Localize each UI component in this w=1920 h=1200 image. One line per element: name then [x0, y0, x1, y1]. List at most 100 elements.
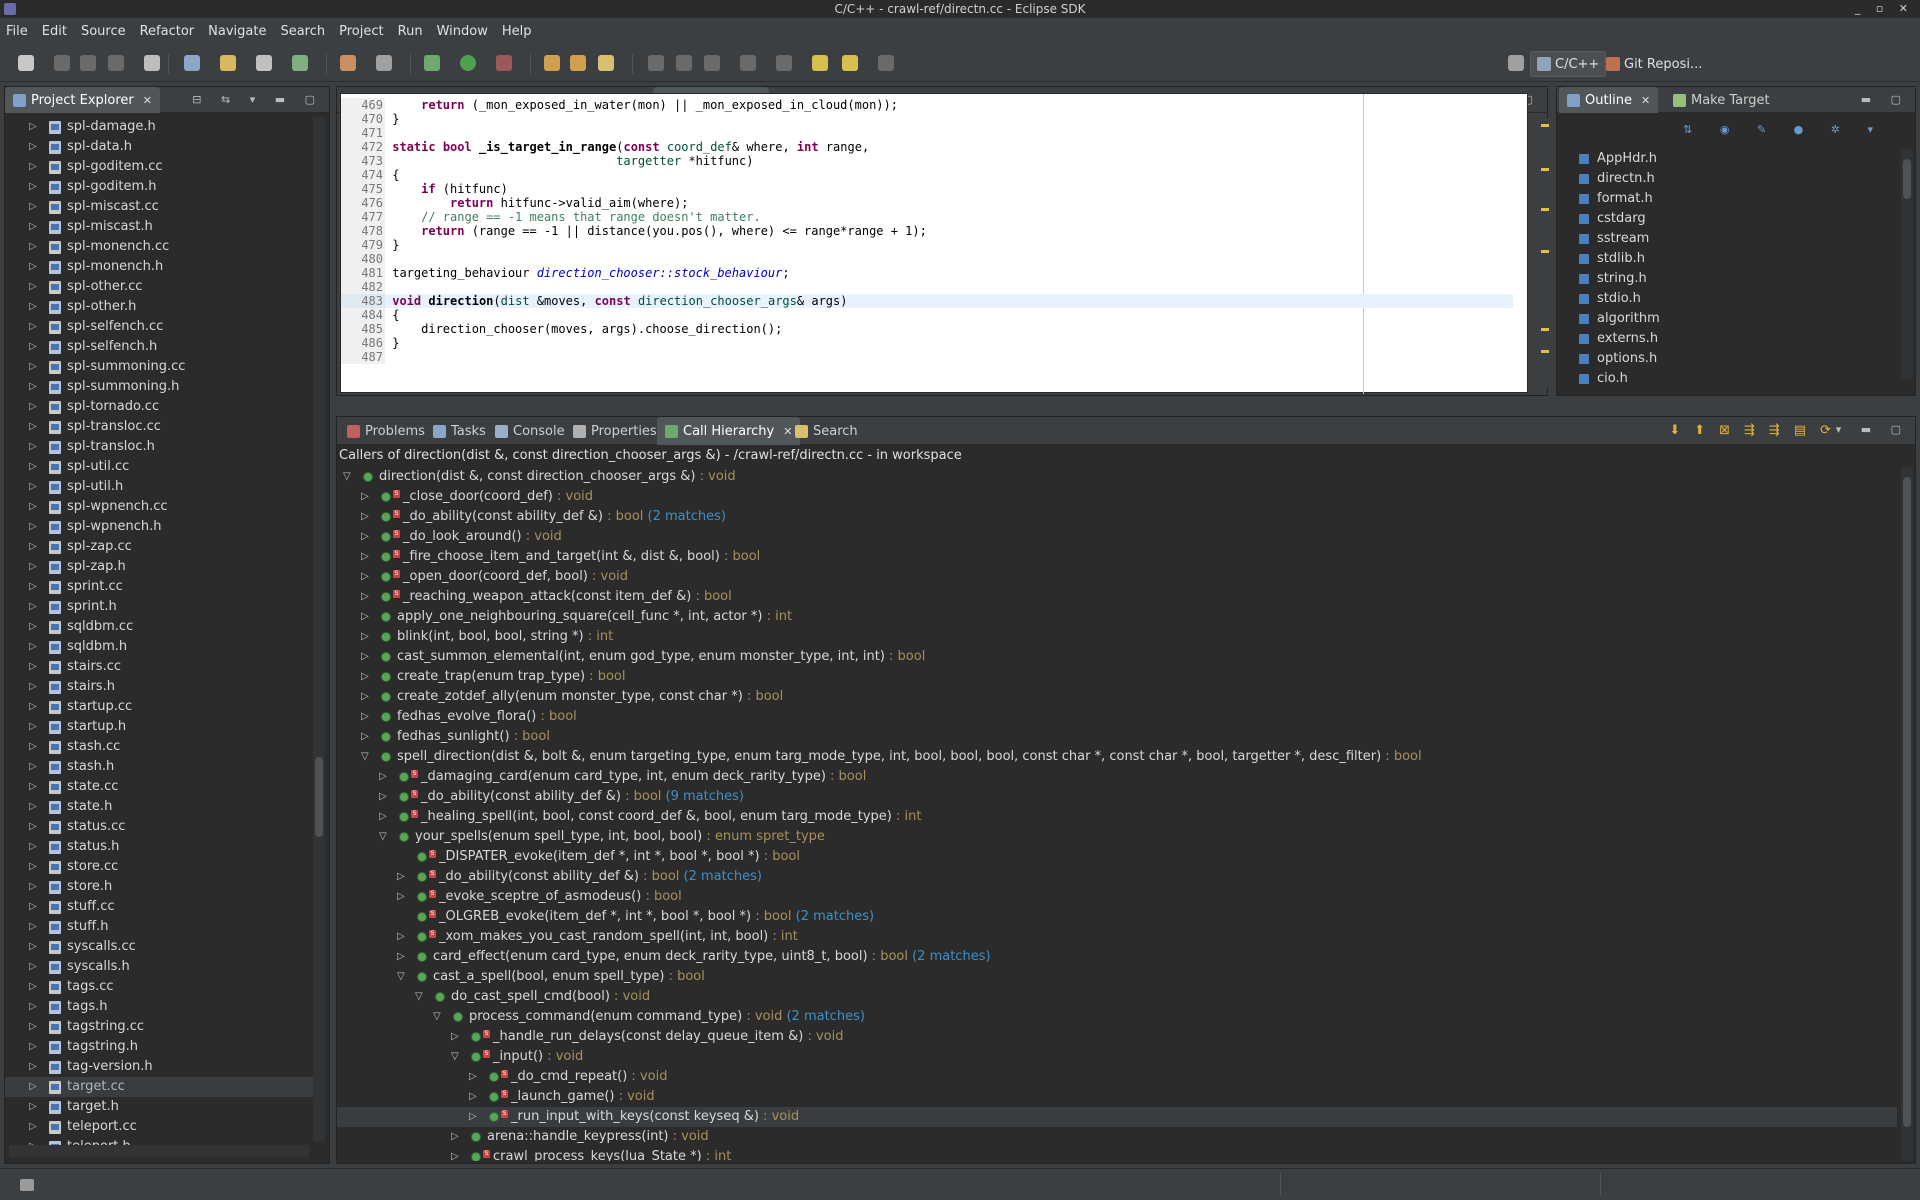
- file-item[interactable]: ▷ spl-tornado.cc: [5, 397, 321, 417]
- expand-arrow-icon[interactable]: ▷: [361, 627, 369, 647]
- call-tree-row[interactable]: ▷ apply_one_neighbouring_square(cell_func…: [337, 607, 1897, 627]
- expand-arrow-icon[interactable]: ▷: [29, 577, 37, 597]
- call-tree-row[interactable]: ▷ S _evoke_sceptre_of_asmodeus() : bool: [337, 887, 1897, 907]
- expand-arrow-icon[interactable]: ▷: [29, 957, 37, 977]
- window-controls[interactable]: _ ▫ ✕: [1855, 0, 1914, 18]
- perspective-git[interactable]: Git Reposi...: [1600, 51, 1708, 77]
- expand-arrow-icon[interactable]: ▷: [29, 1037, 37, 1057]
- outline-include-item[interactable]: directn.h: [1557, 169, 1887, 189]
- file-item[interactable]: ▷ spl-util.cc: [5, 457, 321, 477]
- expand-arrow-icon[interactable]: ▷: [29, 977, 37, 997]
- expand-arrow-icon[interactable]: ▷: [29, 337, 37, 357]
- expand-arrow-icon[interactable]: ▷: [397, 867, 405, 887]
- project-explorer-vscrollbar[interactable]: [313, 117, 325, 1141]
- menu-refactor[interactable]: Refactor: [140, 24, 195, 39]
- expand-arrow-icon[interactable]: ▷: [29, 357, 37, 377]
- expand-arrow-icon[interactable]: ▷: [379, 787, 387, 807]
- perspective-cpp[interactable]: C/C++: [1530, 51, 1607, 77]
- outline-include-item[interactable]: stdlib.h: [1557, 249, 1887, 269]
- call-tree-row[interactable]: ▷ S _do_ability(const ability_def &) : boo…: [337, 867, 1897, 887]
- new-project-icon[interactable]: [184, 55, 200, 71]
- expand-arrow-icon[interactable]: ▷: [469, 1067, 477, 1087]
- collapse-arrow-icon[interactable]: ▽: [433, 1007, 441, 1027]
- file-item[interactable]: ▷ sprint.h: [5, 597, 321, 617]
- file-item[interactable]: ▷ tags.h: [5, 997, 321, 1017]
- expand-arrow-icon[interactable]: ▷: [29, 1097, 37, 1117]
- project-explorer-hscrollbar[interactable]: [9, 1145, 309, 1157]
- file-item[interactable]: ▷ stuff.cc: [5, 897, 321, 917]
- call-tree-row[interactable]: ▷ fedhas_sunlight() : bool: [337, 727, 1897, 747]
- expand-arrow-icon[interactable]: ▷: [29, 597, 37, 617]
- call-tree-row[interactable]: ▷ S _close_door(coord_def) : void: [337, 487, 1897, 507]
- close-icon[interactable]: ✕: [143, 94, 152, 107]
- open-folder-icon[interactable]: [220, 55, 236, 71]
- mark-occurrences-icon[interactable]: [648, 55, 664, 71]
- expand-arrow-icon[interactable]: ▷: [469, 1087, 477, 1107]
- call-tree-row[interactable]: ▷ S _do_look_around() : void: [337, 527, 1897, 547]
- file-item[interactable]: ▷ spl-other.h: [5, 297, 321, 317]
- menu-source[interactable]: Source: [81, 24, 126, 39]
- expand-arrow-icon[interactable]: ▷: [469, 1107, 477, 1127]
- expand-arrow-icon[interactable]: ▷: [29, 777, 37, 797]
- file-item[interactable]: ▷ spl-miscast.h: [5, 217, 321, 237]
- expand-arrow-icon[interactable]: ▷: [361, 567, 369, 587]
- outline-view-controls[interactable]: ▬ ▢: [1861, 93, 1909, 106]
- fast-view-icon[interactable]: [20, 1179, 34, 1191]
- file-item[interactable]: ▷ spl-wpnench.h: [5, 517, 321, 537]
- file-item[interactable]: ▷ stuff.h: [5, 917, 321, 937]
- file-item[interactable]: ▷ sqldbm.h: [5, 637, 321, 657]
- call-hierarchy-vscrollbar[interactable]: [1901, 467, 1913, 1161]
- file-item[interactable]: ▷ spl-summoning.h: [5, 377, 321, 397]
- scroll-thumb[interactable]: [315, 757, 323, 837]
- call-tree-row[interactable]: ▷ S _do_ability(const ability_def &) : boo…: [337, 507, 1897, 527]
- expand-arrow-icon[interactable]: ▷: [29, 397, 37, 417]
- expand-arrow-icon[interactable]: ▷: [29, 737, 37, 757]
- expand-arrow-icon[interactable]: ▷: [29, 837, 37, 857]
- expand-arrow-icon[interactable]: ▷: [29, 677, 37, 697]
- expand-arrow-icon[interactable]: ▷: [29, 257, 37, 277]
- outline-include-item[interactable]: AppHdr.h: [1557, 149, 1887, 169]
- file-item[interactable]: ▷ state.cc: [5, 777, 321, 797]
- expand-arrow-icon[interactable]: ▷: [29, 757, 37, 777]
- file-item[interactable]: ▷ spl-selfench.cc: [5, 317, 321, 337]
- file-item[interactable]: ▷ spl-zap.cc: [5, 537, 321, 557]
- code-editor[interactable]: 469 return (_mon_exposed_in_water(mon) |…: [340, 93, 1528, 394]
- expand-arrow-icon[interactable]: ▷: [397, 887, 405, 907]
- call-tree-row[interactable]: ▷ S _do_cmd_repeat() : void: [337, 1067, 1897, 1087]
- call-tree-row[interactable]: ▷ card_effect(enum card_type, enum deck_r…: [337, 947, 1897, 967]
- collapse-arrow-icon[interactable]: ▽: [397, 967, 405, 987]
- menu-window[interactable]: Window: [437, 24, 488, 39]
- collapse-arrow-icon[interactable]: ▽: [451, 1047, 459, 1067]
- settings-icon[interactable]: [376, 55, 392, 71]
- expand-arrow-icon[interactable]: ▷: [361, 527, 369, 547]
- debug-icon[interactable]: [424, 55, 440, 71]
- call-tree-row[interactable]: ▷ S _handle_run_delays(const delay_queue_i…: [337, 1027, 1897, 1047]
- outline-include-item[interactable]: format.h: [1557, 189, 1887, 209]
- file-item[interactable]: ▷ status.h: [5, 837, 321, 857]
- collapse-arrow-icon[interactable]: ▽: [343, 467, 351, 487]
- file-item[interactable]: ▷ startup.h: [5, 717, 321, 737]
- last-edit-icon[interactable]: [812, 55, 828, 71]
- expand-arrow-icon[interactable]: ▷: [29, 157, 37, 177]
- new-file-icon[interactable]: [292, 55, 308, 71]
- call-tree-row[interactable]: ▷ blink(int, bool, bool, string *) : int: [337, 627, 1897, 647]
- call-tree-row[interactable]: ▷ S _reaching_weapon_attack(const item_def…: [337, 587, 1897, 607]
- tab-call-hierarchy[interactable]: Call Hierarchy ✕: [657, 417, 801, 445]
- call-hierarchy-toolbar[interactable]: ⬇⬆⊠⇶⇶▤⟳: [1669, 423, 1845, 438]
- file-item[interactable]: ▷ spl-other.cc: [5, 277, 321, 297]
- expand-arrow-icon[interactable]: ▷: [29, 517, 37, 537]
- file-item[interactable]: ▷ tag-version.h: [5, 1057, 321, 1077]
- file-item[interactable]: ▷ spl-damage.h: [5, 117, 321, 137]
- tab-search[interactable]: Search: [787, 417, 866, 445]
- expand-arrow-icon[interactable]: ▷: [29, 137, 37, 157]
- call-tree-row[interactable]: ▽ direction(dist &, const direction_choos…: [337, 467, 1897, 487]
- hammer-icon[interactable]: [340, 55, 356, 71]
- call-tree-row[interactable]: ▷ arena::handle_keypress(int) : void: [337, 1127, 1897, 1147]
- call-tree-row[interactable]: ▷ Scrawl_process_keys(lua_State *) : int: [337, 1147, 1897, 1161]
- expand-arrow-icon[interactable]: ▷: [361, 727, 369, 747]
- call-tree-row[interactable]: ▷ S _healing_spell(int, bool, const coord_…: [337, 807, 1897, 827]
- outline-include-item[interactable]: string.h: [1557, 269, 1887, 289]
- call-tree-row[interactable]: ▽ process_command(enum command_type) : vo…: [337, 1007, 1897, 1027]
- expand-arrow-icon[interactable]: ▷: [29, 617, 37, 637]
- file-item[interactable]: ▷ spl-wpnench.cc: [5, 497, 321, 517]
